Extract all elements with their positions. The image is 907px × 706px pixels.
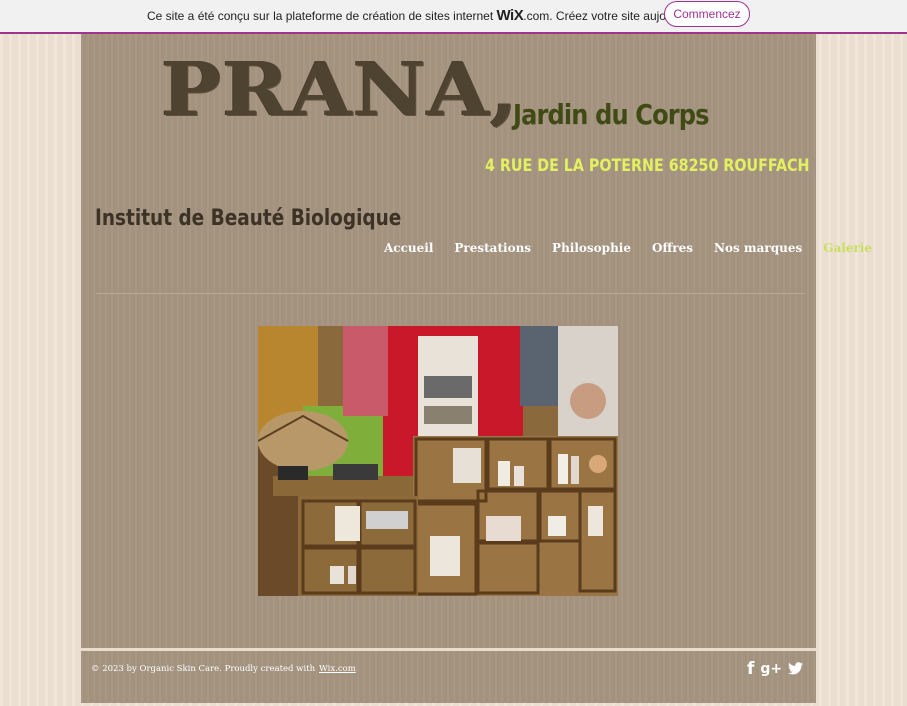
wix-banner-text-before: Ce site a été conçu sur la plateforme de… — [147, 9, 497, 23]
site-logo[interactable]: PRANA, — [161, 48, 519, 131]
nav-item-philosophie[interactable]: Philosophie — [552, 241, 631, 255]
tagline: Institut de Beauté Biologique — [95, 206, 402, 231]
nav-item-accueil[interactable]: Accueil — [384, 241, 433, 255]
social-links: f g+ — [747, 659, 804, 679]
nav-item-prestations[interactable]: Prestations — [454, 241, 531, 255]
page-container: PRANA, Jardin du Corps 4 RUE DE LA POTER… — [81, 34, 872, 703]
main-nav: Accueil Prestations Philosophie Offres N… — [384, 241, 872, 255]
google-plus-icon[interactable]: g+ — [760, 661, 782, 677]
header-divider — [96, 293, 805, 294]
nav-item-galerie[interactable]: Galerie — [823, 241, 872, 255]
gallery-image[interactable] — [258, 326, 618, 596]
wix-banner-text: Ce site a été conçu sur la plateforme de… — [147, 7, 705, 24]
nav-item-nos-marques[interactable]: Nos marques — [714, 241, 802, 255]
address-text: 4 RUE DE LA POTERNE 68250 ROUFFACH — [485, 156, 810, 176]
footer-divider — [81, 648, 816, 651]
twitter-glyph — [788, 661, 804, 674]
wix-banner: Ce site a été conçu sur la plateforme de… — [0, 0, 907, 34]
twitter-icon[interactable] — [788, 660, 804, 679]
wix-logo: WiX — [496, 7, 524, 24]
gallery-photo — [258, 326, 618, 596]
facebook-icon[interactable]: f — [747, 659, 754, 679]
start-button[interactable]: Commencez — [664, 1, 750, 27]
copyright-text: © 2023 by Organic Skin Care. Proudly cre… — [91, 664, 356, 674]
wix-link[interactable]: Wix.com — [319, 664, 356, 674]
copyright-label: © 2023 by Organic Skin Care. Proudly cre… — [91, 664, 316, 674]
site-logo-subtitle: Jardin du Corps — [513, 98, 709, 131]
nav-item-offres[interactable]: Offres — [652, 241, 693, 255]
